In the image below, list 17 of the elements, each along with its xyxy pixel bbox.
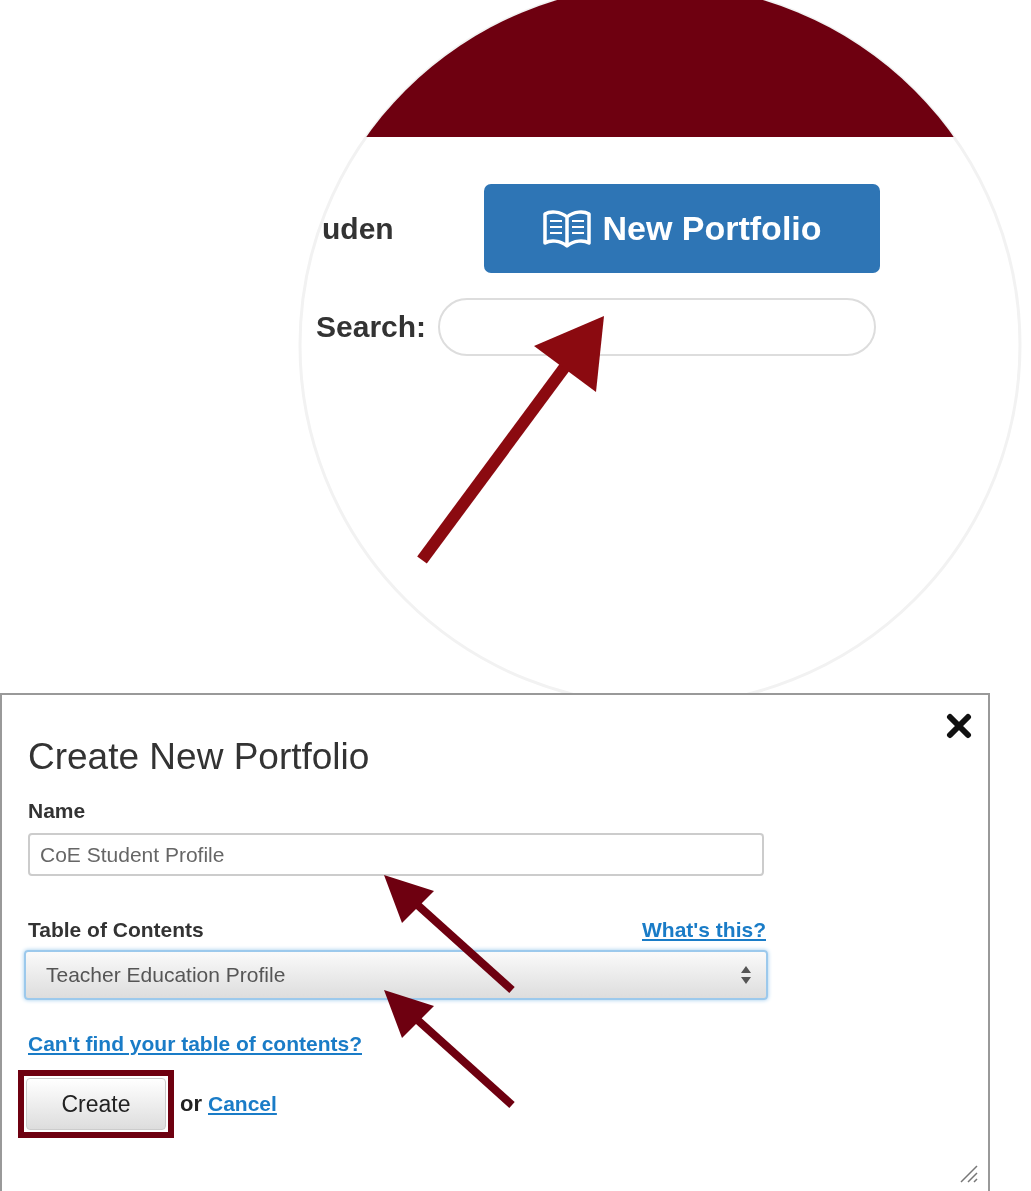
table-of-contents-dropdown[interactable]: Teacher Education Profile [24, 950, 768, 1000]
dropdown-arrows-icon [740, 964, 752, 986]
book-icon [542, 208, 593, 249]
name-label: Name [28, 799, 87, 823]
name-field[interactable]: CoE Student Profile [28, 833, 764, 876]
create-button[interactable]: Create [26, 1078, 166, 1130]
dialog-title: Create New Portfolio [28, 735, 371, 779]
column-label: uden [322, 212, 394, 246]
cant-find-link[interactable]: Can't find your table of contents? [28, 1032, 362, 1055]
resize-grip-icon[interactable] [958, 1163, 978, 1183]
table-of-contents-label: Table of Contents [28, 918, 204, 942]
cancel-link[interactable]: Cancel [208, 1092, 277, 1116]
or-text: or [180, 1091, 202, 1117]
new-portfolio-button[interactable]: New Portfolio [484, 184, 880, 273]
search-label: Search: [316, 310, 427, 344]
close-icon[interactable] [946, 713, 972, 739]
whats-this-link[interactable]: What's this? [642, 918, 766, 942]
